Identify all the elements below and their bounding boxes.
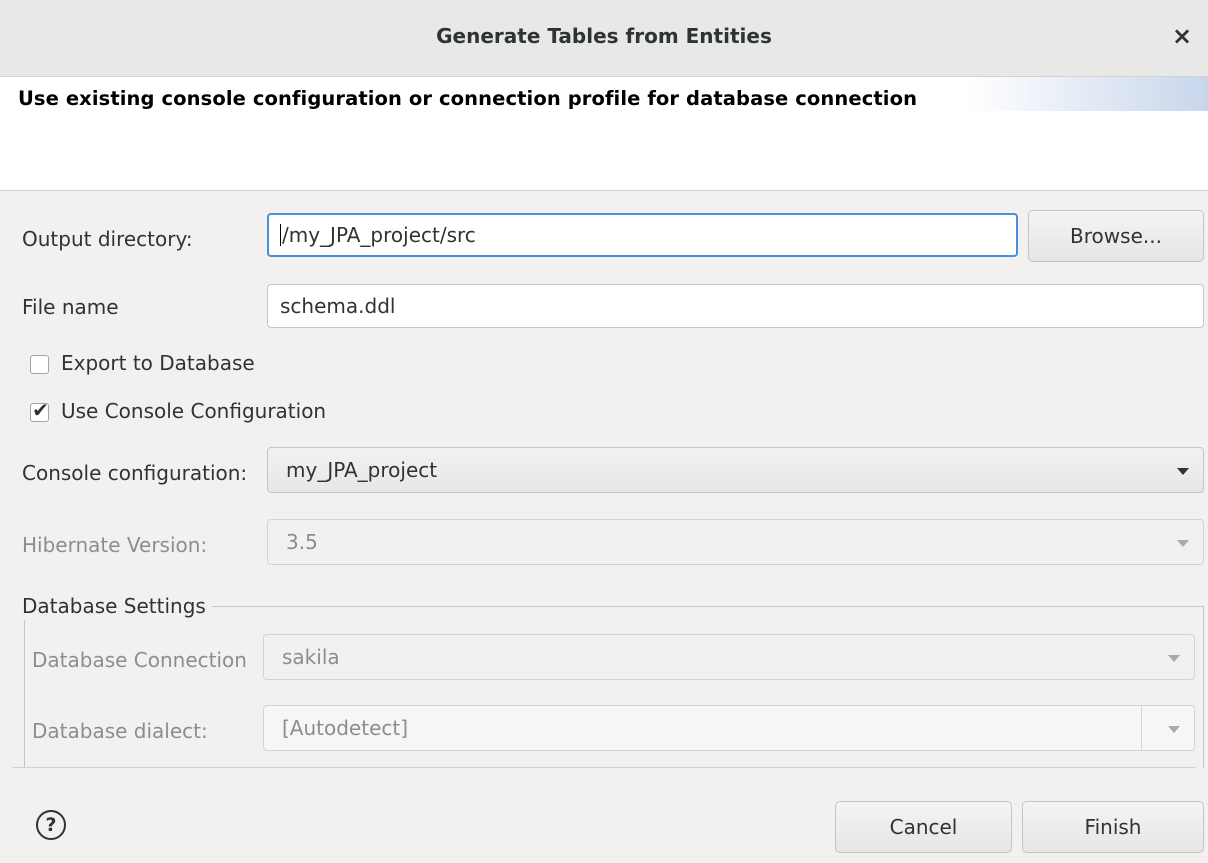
help-icon[interactable]: ? <box>36 810 66 840</box>
group-border-left <box>24 620 25 768</box>
cancel-button[interactable]: Cancel <box>835 801 1012 853</box>
finish-button[interactable]: Finish <box>1022 801 1204 853</box>
output-directory-value: /my_JPA_project/src <box>282 223 476 247</box>
hibernate-version-dropdown[interactable]: 3.5 <box>267 519 1204 565</box>
use-console-configuration-checkbox[interactable]: ✔ <box>30 398 49 422</box>
export-to-database-label[interactable]: Export to Database <box>61 351 255 375</box>
banner-gradient <box>968 77 1208 111</box>
use-console-configuration-label[interactable]: Use Console Configuration <box>61 399 326 423</box>
title-bar: Generate Tables from Entities × <box>0 0 1208 77</box>
file-name-value: schema.ddl <box>280 294 396 318</box>
database-dialect-value: [Autodetect] <box>282 716 409 740</box>
close-icon[interactable]: × <box>1168 22 1196 50</box>
database-connection-value: sakila <box>282 645 340 669</box>
export-to-database-checkbox[interactable] <box>30 355 49 374</box>
header-banner: Use existing console configuration or co… <box>0 77 1208 191</box>
dialog-title: Generate Tables from Entities <box>436 24 772 48</box>
text-caret <box>280 224 281 246</box>
console-configuration-label: Console configuration: <box>22 461 248 485</box>
console-configuration-value: my_JPA_project <box>286 458 438 482</box>
checkmark-icon: ✔ <box>32 398 49 422</box>
database-dialect-combobox[interactable]: [Autodetect] <box>263 705 1195 751</box>
output-directory-field[interactable]: /my_JPA_project/src <box>267 213 1018 257</box>
console-configuration-dropdown[interactable]: my_JPA_project <box>267 447 1204 493</box>
footer-separator <box>12 767 1196 768</box>
hibernate-version-value: 3.5 <box>286 530 318 554</box>
group-border-right <box>1203 606 1204 768</box>
browse-button[interactable]: Browse... <box>1028 210 1204 262</box>
database-connection-label: Database Connection <box>32 648 247 672</box>
database-settings-legend: Database Settings <box>22 594 206 618</box>
database-dialect-label: Database dialect: <box>32 719 208 743</box>
banner-description: Use existing console configuration or co… <box>18 87 918 110</box>
dropdown-arrow-icon[interactable] <box>1168 726 1180 733</box>
hibernate-version-label: Hibernate Version: <box>22 533 208 557</box>
dropdown-arrow-icon <box>1168 655 1180 662</box>
file-name-label: File name <box>22 295 119 319</box>
file-name-field[interactable]: schema.ddl <box>267 284 1204 328</box>
dropdown-arrow-icon <box>1177 540 1189 547</box>
group-border-top <box>212 606 1204 607</box>
combo-separator <box>1141 706 1142 750</box>
dropdown-arrow-icon <box>1177 468 1189 475</box>
database-connection-dropdown[interactable]: sakila <box>263 634 1195 680</box>
output-directory-label: Output directory: <box>22 227 193 251</box>
